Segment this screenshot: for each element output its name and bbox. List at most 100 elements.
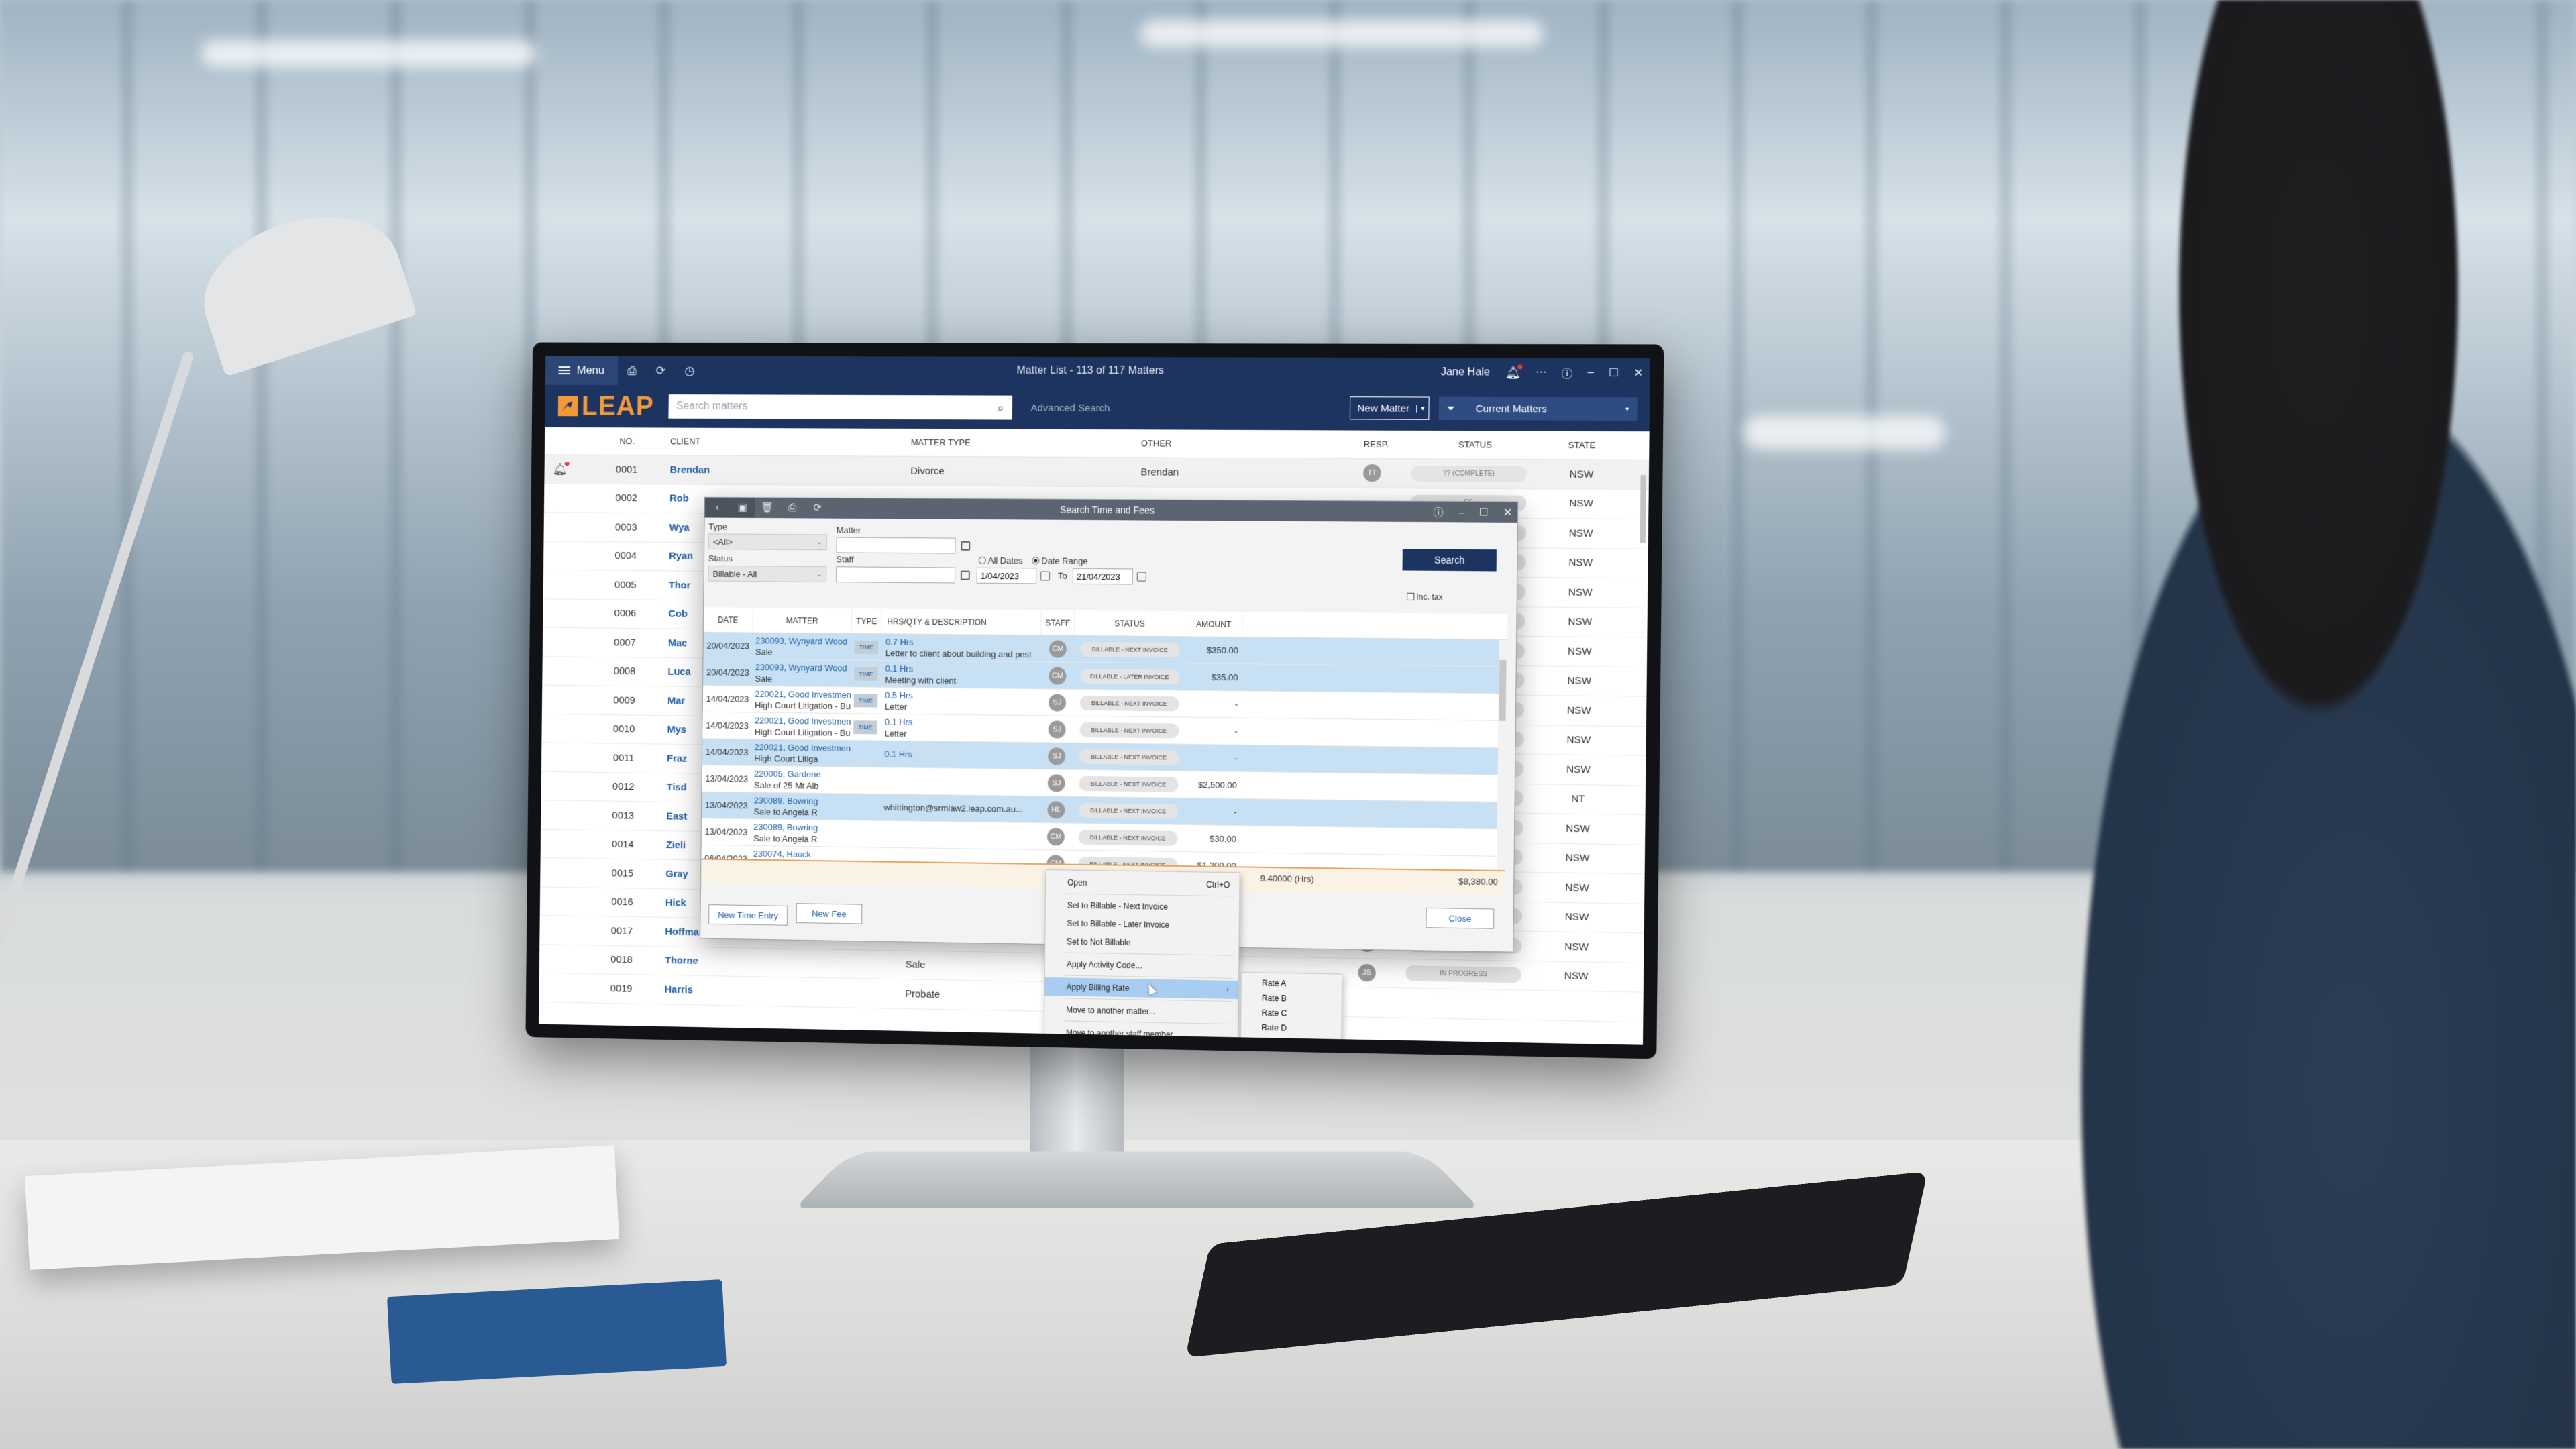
column-header-matter[interactable]: MATTER xyxy=(753,607,853,633)
matter-link[interactable]: 230093, Wynyard Wood xyxy=(755,661,852,674)
time-fees-scrollbar[interactable] xyxy=(1497,639,1507,871)
maximize-button[interactable]: ☐ xyxy=(1609,366,1619,380)
entry-type-cell: TIME xyxy=(851,693,881,708)
staff-lookup-icon[interactable] xyxy=(960,570,970,580)
column-header-amount[interactable]: AMOUNT xyxy=(1185,611,1243,637)
billing-rate-option[interactable]: Rate E xyxy=(1241,1034,1341,1045)
column-header-staff[interactable]: STAFF xyxy=(1041,610,1075,635)
billing-rate-option[interactable]: Rate D xyxy=(1241,1020,1341,1036)
entry-type-tag: TIME xyxy=(854,640,879,654)
notification-bell-icon[interactable]: 🔔︎ xyxy=(1505,364,1523,380)
from-date-input[interactable] xyxy=(976,567,1037,584)
new-matter-dropdown-icon[interactable]: ▾ xyxy=(1416,405,1429,413)
context-menu-item[interactable]: Apply Billing Rate › xyxy=(1044,977,1238,1000)
all-dates-radio[interactable]: All Dates xyxy=(978,555,1023,566)
context-menu-item[interactable]: Move to another staff member... xyxy=(1044,1023,1238,1044)
column-header-no[interactable]: NO. xyxy=(584,436,662,446)
entry-staff: CM xyxy=(1039,827,1073,846)
entry-status: BILLABLE - NEXT INVOICE xyxy=(1073,749,1184,765)
print-icon[interactable]: ⎙ xyxy=(617,364,646,378)
client-link[interactable]: Brendan xyxy=(662,464,903,477)
avatar: CM xyxy=(1046,827,1065,846)
matter-link[interactable]: 220005, Gardene xyxy=(754,767,851,780)
menu-button[interactable]: Menu xyxy=(545,356,618,386)
calendar-icon[interactable] xyxy=(1040,571,1051,581)
new-time-entry-button[interactable]: New Time Entry xyxy=(708,904,788,926)
matter-number: 0009 xyxy=(613,694,635,706)
minimize-button[interactable]: – xyxy=(1588,367,1594,379)
new-fee-button[interactable]: New Fee xyxy=(796,903,863,924)
ceiling-light xyxy=(201,40,537,67)
entry-date: 13/04/2023 xyxy=(704,800,748,811)
back-icon[interactable]: ‹ xyxy=(704,497,731,518)
column-header-status[interactable]: STATUS xyxy=(1403,439,1539,450)
client-link[interactable]: Harris xyxy=(657,983,898,999)
column-header-client[interactable]: CLIENT xyxy=(662,436,903,447)
avatar: HL xyxy=(1047,800,1065,819)
search-button[interactable]: Search xyxy=(1402,549,1497,572)
menu-item-label: Set to Billable - Later Invoice xyxy=(1067,918,1170,930)
matter-link[interactable]: 220021, Good Investments Limit... xyxy=(754,741,851,754)
billing-rate-option[interactable]: Rate B xyxy=(1242,990,1342,1007)
column-header-description[interactable]: HRS/QTY & DESCRIPTION xyxy=(881,608,1042,635)
entry-description xyxy=(879,834,1039,836)
menu-item-label: Apply Activity Code... xyxy=(1066,959,1142,970)
new-matter-button[interactable]: New Matter ▾ xyxy=(1350,396,1430,420)
status-select[interactable]: Billable - All ⌄ xyxy=(708,565,827,582)
column-header-other[interactable]: OTHER xyxy=(1133,438,1356,449)
context-menu-item[interactable]: Move to another matter... xyxy=(1044,1000,1238,1022)
matter-number: 0011 xyxy=(612,752,635,764)
column-header-resp[interactable]: RESP. xyxy=(1356,439,1403,449)
staff-input[interactable] xyxy=(836,566,956,584)
billing-rate-option[interactable]: Rate A xyxy=(1242,975,1342,992)
entry-desc-text: Letter xyxy=(884,728,907,739)
timer-icon[interactable]: ◷ xyxy=(675,364,704,378)
close-button[interactable]: Close xyxy=(1426,907,1495,929)
print-icon[interactable]: ⎙ xyxy=(780,498,805,518)
column-header-type[interactable]: TYPE xyxy=(851,608,882,634)
user-name[interactable]: Jane Hale xyxy=(1441,366,1490,378)
date-range-radio[interactable]: Date Range xyxy=(1032,555,1088,566)
matter-filter-dropdown[interactable]: ⏷ Current Matters ▾ xyxy=(1438,396,1638,421)
matter-input[interactable] xyxy=(836,537,956,554)
matter-link[interactable]: 230074, Hauck xyxy=(753,847,850,860)
minimize-button[interactable]: – xyxy=(1458,506,1464,518)
type-select[interactable]: <All> ⌄ xyxy=(708,533,827,551)
close-dialog-button[interactable]: ✕ xyxy=(1503,506,1512,519)
matter-link[interactable]: 230089, Bowring xyxy=(754,794,851,807)
column-header-matter-type[interactable]: MATTER TYPE xyxy=(903,437,1133,448)
state: NSW xyxy=(1566,734,1591,746)
calendar-icon[interactable] xyxy=(1136,572,1146,582)
close-window-button[interactable]: ✕ xyxy=(1633,366,1643,380)
matter-link[interactable]: 220021, Good Investments Limit... xyxy=(755,688,851,700)
search-icon[interactable]: ⌕ xyxy=(998,400,1004,415)
help-icon[interactable]: ⓘ xyxy=(1562,365,1573,381)
advanced-search-link[interactable]: Advanced Search xyxy=(1030,402,1110,413)
open-matter-icon[interactable]: ▣ xyxy=(729,497,755,518)
refresh-icon[interactable]: ⟳ xyxy=(805,498,830,519)
search-matters-input[interactable] xyxy=(676,400,998,414)
matter-link[interactable]: 220021, Good Investments Limit... xyxy=(755,714,851,727)
context-menu-item[interactable]: Set to Not Billable xyxy=(1045,932,1238,953)
to-date-input[interactable] xyxy=(1072,568,1133,585)
status-cell: ?? (COMPLETE) xyxy=(1403,466,1540,482)
entry-desc-text xyxy=(883,834,1039,836)
help-icon[interactable]: ⓘ xyxy=(1434,504,1444,519)
billing-rate-option[interactable]: Rate C xyxy=(1241,1005,1341,1022)
entry-type-cell: TIME xyxy=(851,667,881,681)
client-link[interactable]: Thorne xyxy=(657,955,898,970)
inc-tax-checkbox[interactable]: Inc. tax xyxy=(1407,592,1443,602)
matter-link[interactable]: 230089, Bowring xyxy=(753,821,850,834)
matter-link[interactable]: 230093, Wynyard Wood xyxy=(755,635,852,647)
column-header-status[interactable]: STATUS xyxy=(1074,610,1186,637)
avatar: SJ xyxy=(1048,747,1066,765)
context-menu-item[interactable]: Apply Activity Code... xyxy=(1045,955,1238,976)
column-header-state[interactable]: STATE xyxy=(1540,440,1617,451)
matter-lookup-icon[interactable] xyxy=(961,541,971,551)
column-header-date[interactable]: DATE xyxy=(703,607,753,633)
delete-icon[interactable]: 🗑︎ xyxy=(755,498,780,518)
context-menu-item[interactable]: Open Ctrl+O xyxy=(1046,873,1239,894)
refresh-icon[interactable]: ⟳ xyxy=(646,364,675,378)
maximize-button[interactable]: ☐ xyxy=(1479,506,1489,518)
more-options-icon[interactable]: ··· xyxy=(1536,367,1546,379)
